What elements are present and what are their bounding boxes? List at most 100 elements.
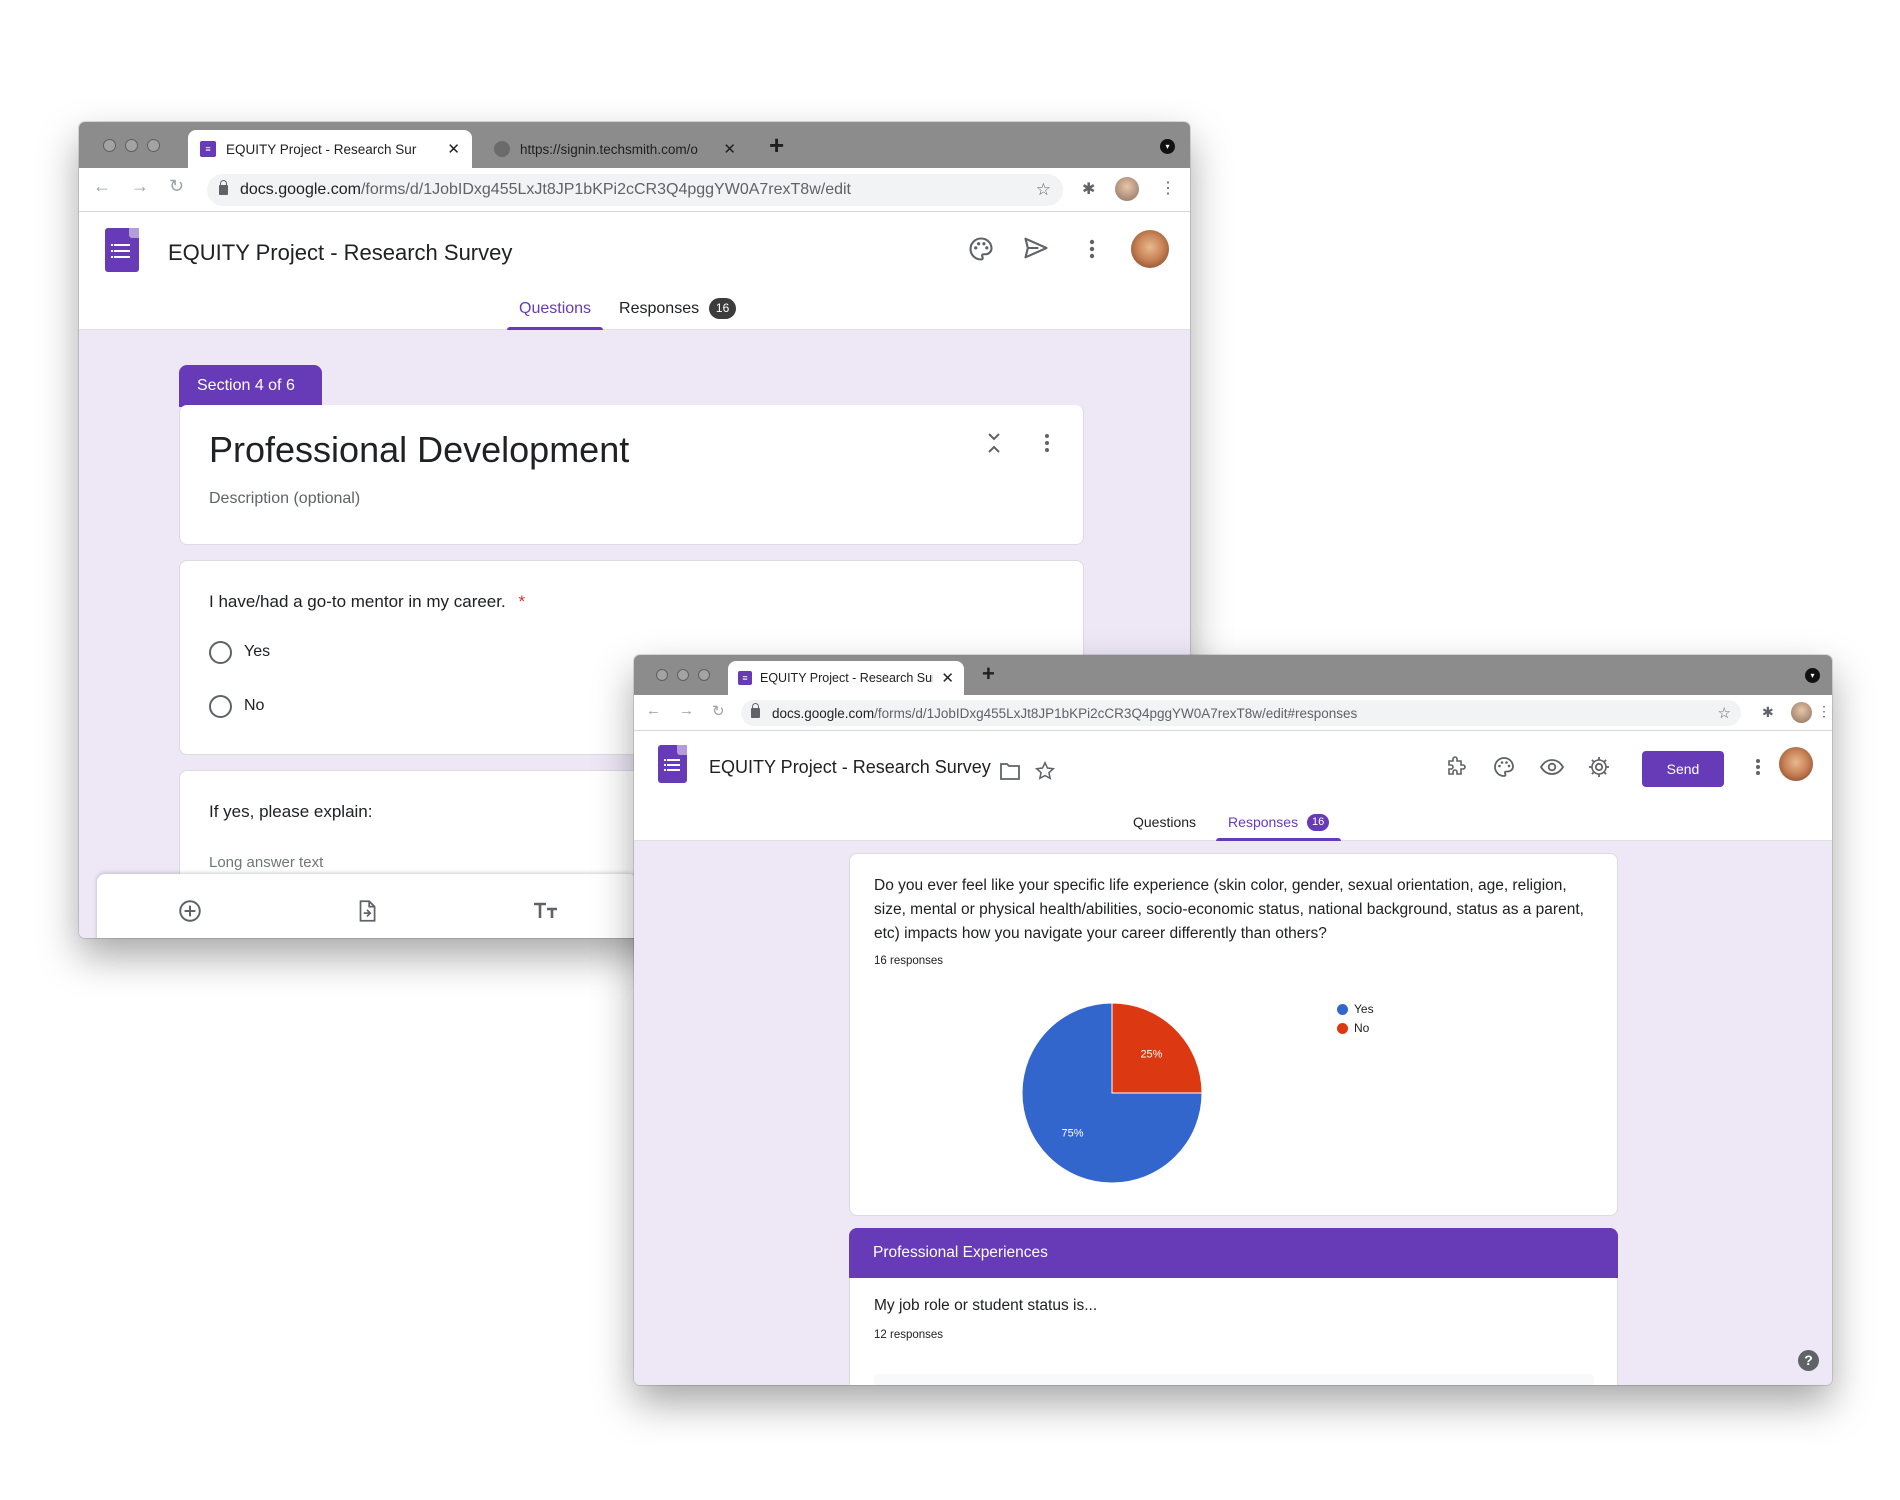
- new-tab-icon[interactable]: +: [769, 132, 784, 158]
- section-more-icon[interactable]: [1040, 431, 1054, 455]
- url-path: /forms/d/1JobIDxg455LxJt8JP1bKPi2cCR3Q4p…: [360, 181, 851, 198]
- zoom-dot[interactable]: [698, 669, 710, 681]
- google-forms-logo-icon[interactable]: [105, 228, 139, 272]
- zoom-dot[interactable]: [147, 139, 160, 152]
- account-avatar[interactable]: [1131, 230, 1169, 268]
- address-bar[interactable]: docs.google.com/forms/d/1JobIDxg455LxJt8…: [207, 174, 1063, 206]
- window-controls[interactable]: [656, 669, 710, 681]
- star-icon[interactable]: [1034, 760, 1056, 782]
- url-host: docs.google.com: [772, 705, 875, 721]
- settings-gear-icon[interactable]: [1587, 755, 1611, 779]
- close-dot[interactable]: [656, 669, 668, 681]
- chrome-menu-icon[interactable]: ⋮: [1160, 178, 1176, 198]
- pie-chart: 25% 75%: [1021, 1002, 1203, 1184]
- minimize-dot[interactable]: [677, 669, 689, 681]
- tab-strip: ≡ EQUITY Project - Research Sur ✕ + ▾: [634, 655, 1832, 695]
- send-icon[interactable]: [1022, 234, 1050, 262]
- close-tab-icon[interactable]: ✕: [447, 140, 460, 158]
- window-controls[interactable]: [103, 139, 160, 152]
- tab-responses[interactable]: Responses 16: [1216, 803, 1342, 841]
- reload-icon[interactable]: ↻: [169, 176, 184, 197]
- section-description-field[interactable]: Description (optional): [209, 490, 360, 508]
- section-title[interactable]: Professional Development: [209, 429, 629, 471]
- add-ons-icon[interactable]: [1444, 755, 1468, 779]
- question-add-toolbar: [97, 874, 637, 938]
- globe-icon: [494, 141, 510, 157]
- palette-icon[interactable]: [1492, 755, 1516, 779]
- new-tab-icon[interactable]: +: [982, 663, 995, 685]
- close-tab-icon[interactable]: ✕: [941, 669, 954, 687]
- url-path: /forms/d/1JobIDxg455LxJt8JP1bKPi2cCR3Q4p…: [874, 705, 1358, 721]
- profile-avatar[interactable]: [1115, 177, 1139, 201]
- reload-icon[interactable]: ↻: [712, 702, 725, 720]
- form-title[interactable]: EQUITY Project - Research Survey: [709, 757, 991, 778]
- browser-tab-forms[interactable]: ≡ EQUITY Project - Research Sur ✕: [728, 661, 964, 695]
- more-vert-icon[interactable]: [1748, 755, 1768, 779]
- responses-count-badge: 16: [1307, 813, 1330, 831]
- browser-tab-forms[interactable]: ≡ EQUITY Project - Research Sur ✕: [188, 130, 472, 168]
- minimize-dot[interactable]: [125, 139, 138, 152]
- section-header-bar: Professional Experiences: [849, 1228, 1618, 1278]
- radio-no[interactable]: [209, 695, 232, 718]
- question-title: I have/had a go-to mentor in my career.: [209, 592, 506, 611]
- account-avatar[interactable]: [1779, 747, 1813, 781]
- browser-tab-techsmith[interactable]: https://signin.techsmith.com/o ✕: [482, 130, 748, 168]
- section-header-card[interactable]: Professional Development Description (op…: [179, 405, 1084, 545]
- browser-tab-title: EQUITY Project - Research Sur: [760, 671, 934, 685]
- tab-questions[interactable]: Questions: [1121, 803, 1208, 841]
- tab-questions[interactable]: Questions: [507, 287, 604, 330]
- lock-icon: [219, 180, 228, 195]
- extensions-icon[interactable]: ✱: [1082, 179, 1095, 199]
- tab-search-icon[interactable]: ▾: [1805, 668, 1820, 683]
- address-bar[interactable]: docs.google.com/forms/d/1JobIDxg455LxJt8…: [741, 700, 1741, 726]
- radio-yes[interactable]: [209, 641, 232, 664]
- responses-count-badge: 16: [709, 298, 737, 319]
- back-icon[interactable]: ←: [646, 702, 661, 719]
- form-title[interactable]: EQUITY Project - Research Survey: [168, 240, 512, 266]
- tab-strip: ≡ EQUITY Project - Research Sur ✕ https:…: [79, 122, 1190, 168]
- option-label-no: No: [244, 697, 265, 714]
- tab-responses[interactable]: Responses 16: [607, 287, 748, 330]
- section-tag: Section 4 of 6: [179, 365, 322, 407]
- forms-header: EQUITY Project - Research Survey Questio…: [79, 212, 1190, 330]
- browser-tab-title: EQUITY Project - Research Sur: [226, 141, 417, 157]
- forward-icon[interactable]: →: [131, 176, 149, 197]
- collapse-section-icon[interactable]: [983, 431, 1005, 455]
- url-text: docs.google.com/forms/d/1JobIDxg455LxJt8…: [240, 181, 1036, 199]
- responses-canvas: Do you ever feel like your specific life…: [634, 841, 1832, 1385]
- import-questions-icon[interactable]: [354, 898, 380, 924]
- bookmark-star-icon[interactable]: ☆: [1036, 180, 1051, 200]
- forms-favicon: ≡: [738, 671, 752, 685]
- legend-item-no: No: [1337, 1021, 1369, 1035]
- chrome-menu-icon[interactable]: ⋮: [1817, 703, 1831, 720]
- profile-avatar[interactable]: [1791, 702, 1812, 723]
- palette-icon[interactable]: [967, 235, 995, 263]
- google-forms-logo-icon[interactable]: [658, 745, 687, 783]
- help-icon[interactable]: ?: [1798, 1350, 1819, 1371]
- folder-icon[interactable]: [999, 761, 1021, 781]
- question-text: Do you ever feel like your specific life…: [874, 877, 1584, 942]
- url-host: docs.google.com: [240, 181, 361, 198]
- extensions-icon[interactable]: ✱: [1762, 704, 1774, 721]
- pie-value-label: 75%: [1062, 1127, 1084, 1139]
- responses-count: 16 responses: [874, 955, 944, 967]
- legend-label: No: [1354, 1021, 1370, 1035]
- preview-eye-icon[interactable]: [1539, 756, 1565, 778]
- tab-search-icon[interactable]: ▾: [1160, 139, 1175, 154]
- bookmark-star-icon[interactable]: ☆: [1718, 704, 1731, 722]
- question-title: If yes, please explain:: [209, 802, 373, 821]
- response-summary-card: Do you ever feel like your specific life…: [849, 853, 1618, 1216]
- back-icon[interactable]: ←: [93, 176, 111, 197]
- forms-header: EQUITY Project - Research Survey Send Qu…: [634, 731, 1832, 841]
- more-vert-icon[interactable]: [1080, 235, 1104, 263]
- add-question-icon[interactable]: [177, 898, 203, 924]
- pie-value-label: 25%: [1140, 1049, 1162, 1061]
- forward-icon[interactable]: →: [679, 702, 694, 719]
- url-text: docs.google.com/forms/d/1JobIDxg455LxJt8…: [772, 706, 1718, 721]
- close-tab-icon[interactable]: ✕: [723, 140, 736, 158]
- add-title-icon[interactable]: [532, 900, 560, 922]
- tab-questions-label: Questions: [519, 299, 592, 317]
- legend-label: Yes: [1354, 1002, 1374, 1016]
- close-dot[interactable]: [103, 139, 116, 152]
- send-button[interactable]: Send: [1642, 751, 1724, 787]
